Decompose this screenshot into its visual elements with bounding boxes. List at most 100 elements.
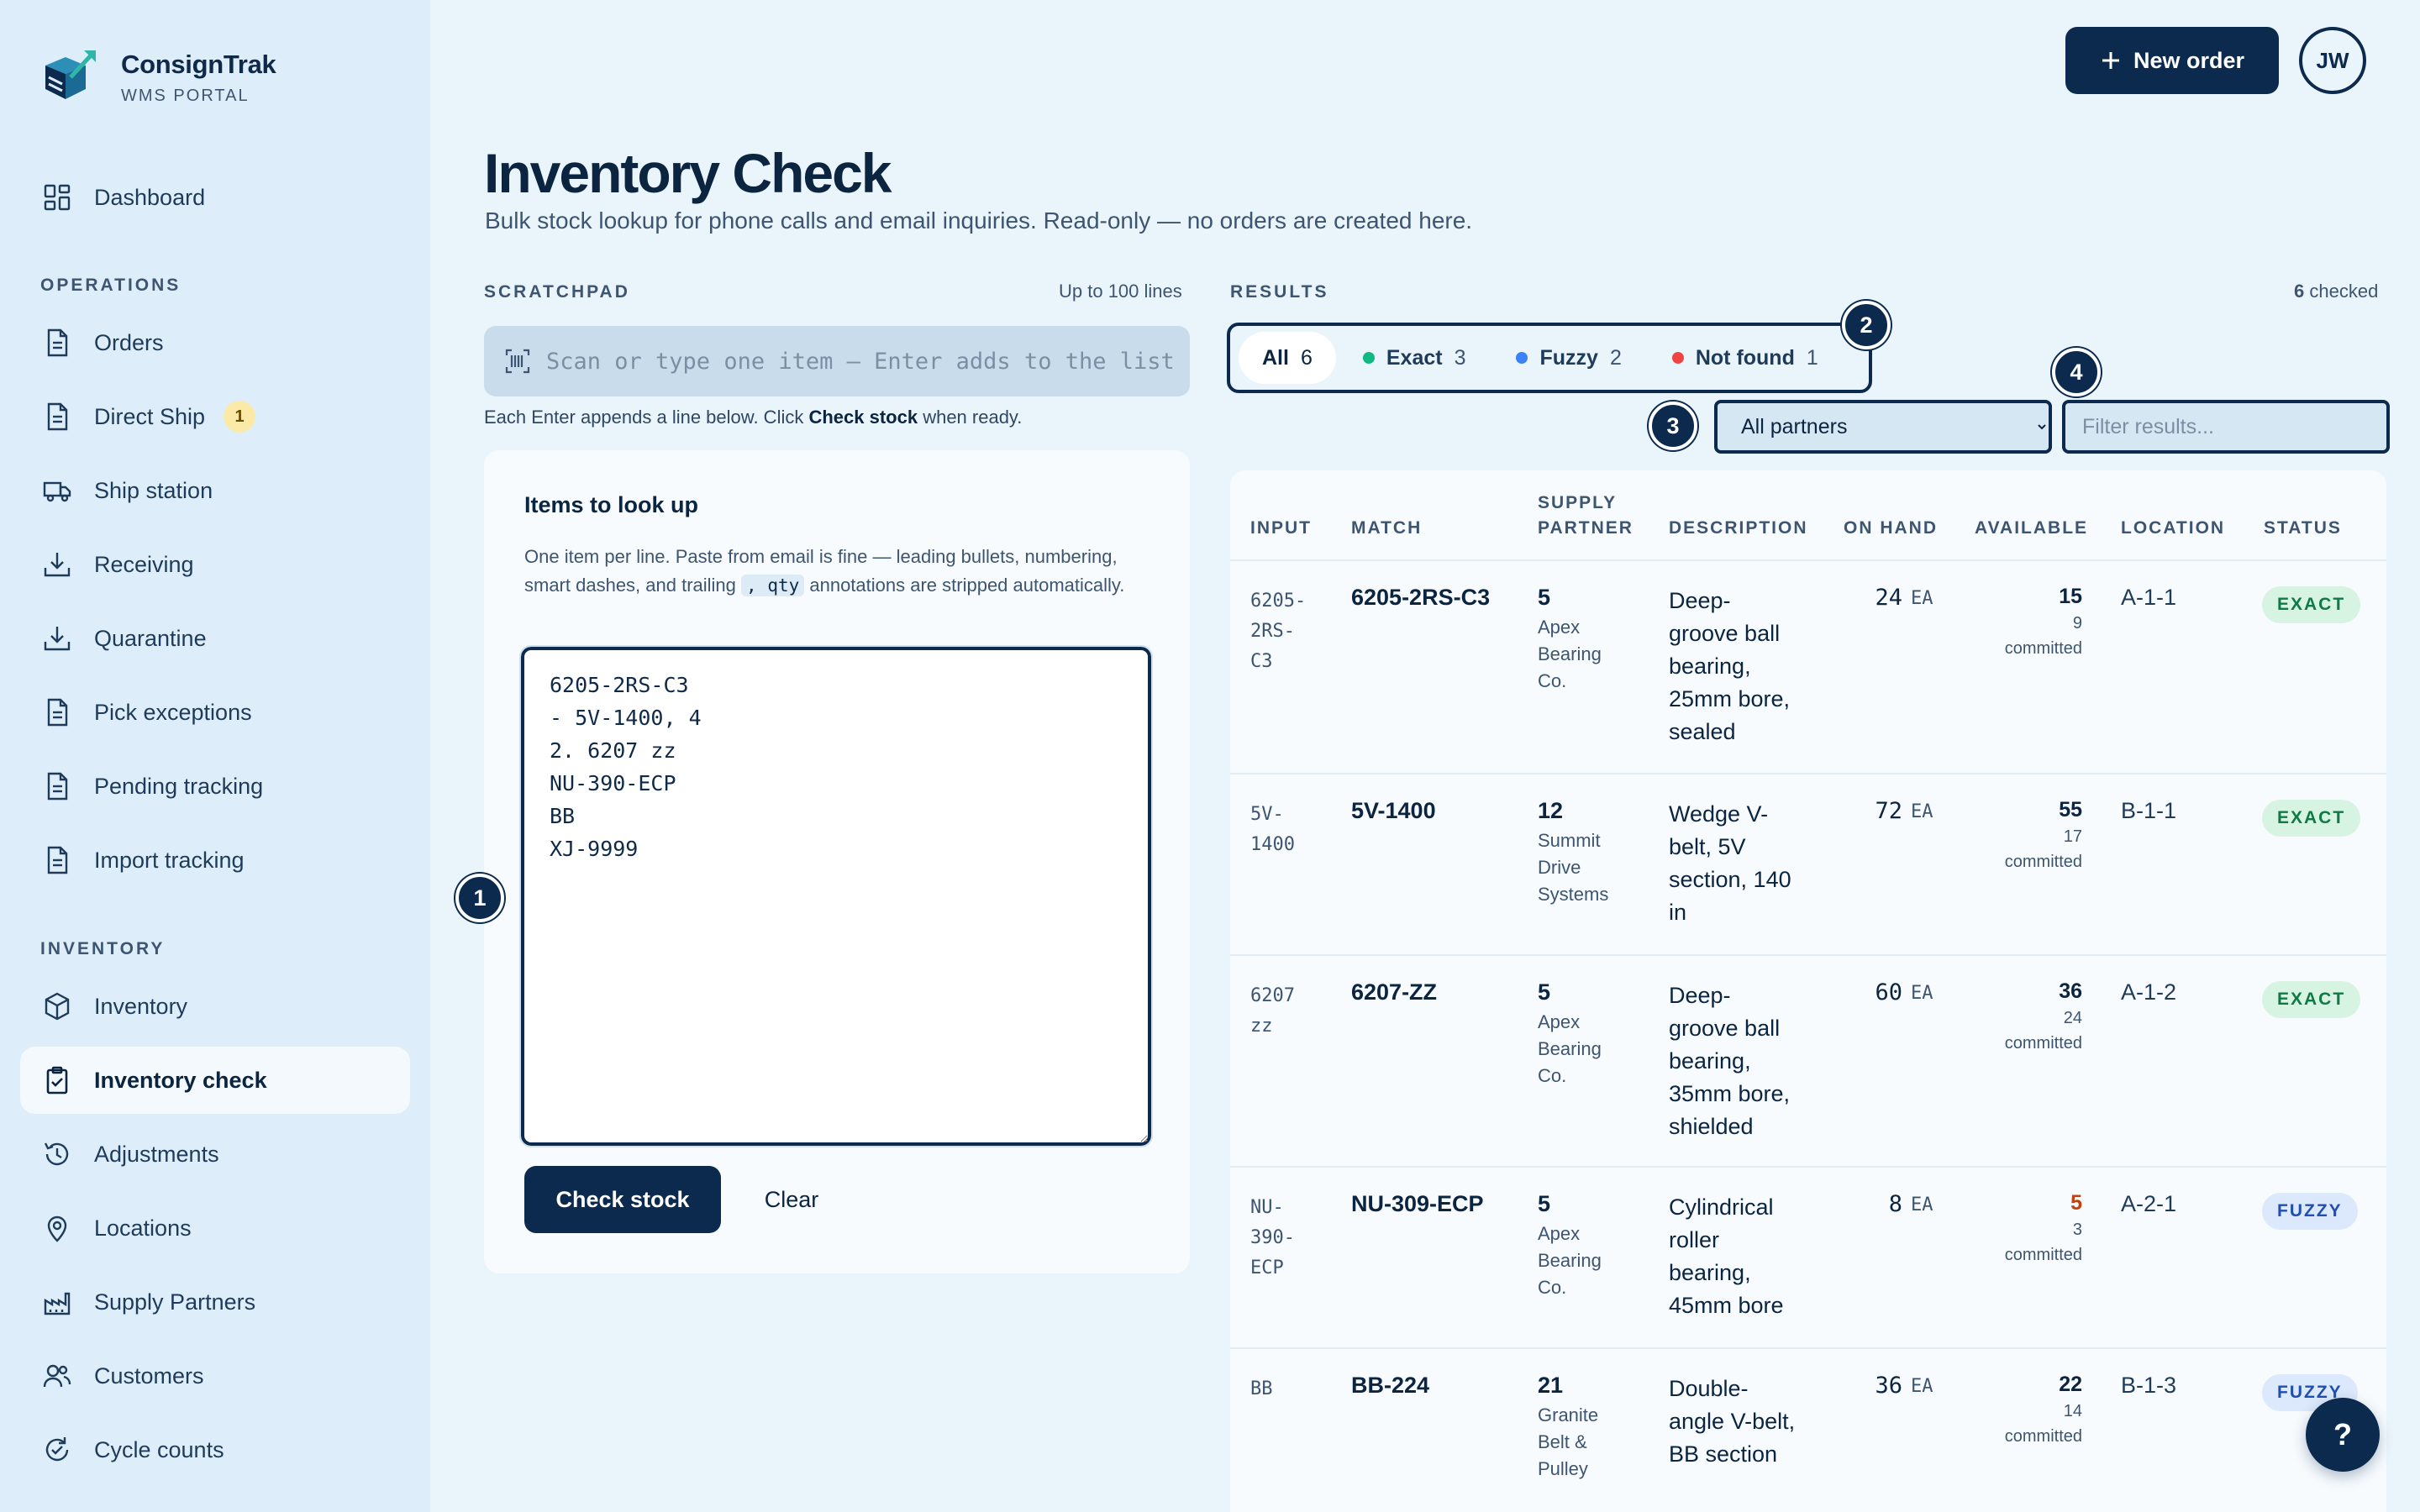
sidebar-item-label: Adjustments [94,1141,219,1167]
tab-all[interactable]: All 6 [1239,332,1336,384]
row-match: BB-224 [1351,1373,1430,1398]
sidebar: ConsignTrak WMS PORTAL Dashboard OPERATI… [0,0,430,1512]
row-input: 5V- 1400 [1250,804,1295,855]
history-icon [44,1142,69,1166]
sidebar-item-pending-tracking[interactable]: Pending tracking [20,753,410,820]
download-icon [44,627,71,651]
table-row[interactable]: 6205- 2RS- C3 6205-2RS-C3 5 Apex Bearing… [1230,559,2386,773]
help-button[interactable]: ? [2306,1398,2380,1472]
row-location: A-1-2 [2121,979,2177,1005]
sidebar-item-customers[interactable]: Customers [20,1342,410,1410]
sidebar-item-receiving[interactable]: Receiving [20,531,410,598]
callout-marker-1: 1 [455,874,504,922]
table-row[interactable]: NU- 390- ECP NU-309-ECP 5 Apex Bearing C… [1230,1166,2386,1347]
status-badge: EXACT [2262,800,2361,837]
row-on-hand: 36 [1875,1373,1902,1399]
page-subtitle: Bulk stock lookup for phone calls and em… [485,207,1473,234]
col-header-supply-partner[interactable]: SUPPLY PARTNER [1538,491,1634,541]
table-row[interactable]: 6207 zz 6207-ZZ 5 Apex Bearing Co. Deep-… [1230,954,2386,1166]
document-icon [47,846,68,874]
tab-fuzzy[interactable]: Fuzzy 2 [1492,332,1644,384]
row-input: 6207 zz [1250,985,1295,1037]
sidebar-item-label: Cycle counts [94,1436,224,1462]
sidebar-item-cycle-counts[interactable]: Cycle counts [20,1416,410,1483]
col-header-description[interactable]: DESCRIPTION [1669,516,1808,541]
row-on-hand: 60 [1875,979,1902,1005]
user-avatar[interactable]: JW [2299,27,2366,94]
partner-select[interactable]: All partners [1714,400,2052,454]
table-row[interactable]: 5V- 1400 5V-1400 12 Summit Drive Systems… [1230,773,2386,954]
row-partner: 5 Apex Bearing Co. [1538,585,1602,691]
consigntrak-logo-icon [45,50,96,99]
row-description: Cylindrical roller bearing, 45mm bore [1669,1194,1784,1318]
tab-exact[interactable]: Exact 3 [1339,332,1490,384]
nav-section-inventory: INVENTORY [40,939,166,958]
blue-dot-icon [1516,352,1528,364]
row-input: BB [1250,1378,1273,1399]
sidebar-item-label: Import tracking [94,847,245,873]
row-location: A-2-1 [2121,1191,2177,1216]
scratchpad-limit: Up to 100 lines [1059,281,1182,302]
row-available: 55 17 committed [2004,798,2082,871]
row-on-hand: 72 [1875,798,1902,824]
callout-marker-4: 4 [2052,348,2101,396]
sidebar-item-supply-partners[interactable]: Supply Partners [20,1268,410,1336]
sidebar-item-orders[interactable]: Orders [20,309,410,376]
sidebar-item-label: Direct Ship [94,403,206,429]
col-header-input[interactable]: INPUT [1250,516,1312,541]
filter-results-input[interactable] [2062,400,2390,454]
scratchpad-label: SCRATCHPAD [484,282,630,302]
sidebar-item-label: Locations [94,1215,192,1241]
sidebar-item-label: Dashboard [94,184,206,210]
clipboard-check-icon [46,1066,68,1095]
items-textarea[interactable]: 6205-2RS-C3 - 5V-1400, 4 2. 6207 zz NU-3… [519,645,1153,1147]
row-location: A-1-1 [2121,585,2177,610]
sidebar-item-label: Pick exceptions [94,699,252,725]
sidebar-item-locations[interactable]: Locations [20,1194,410,1262]
sidebar-item-import-tracking[interactable]: Import tracking [20,827,410,894]
scan-input[interactable] [484,326,1190,396]
sidebar-item-pick-exceptions[interactable]: Pick exceptions [20,679,410,746]
table-row[interactable]: BB BB-224 21 Granite Belt & Pulley Doubl… [1230,1347,2386,1512]
sidebar-item-ship-station[interactable]: Ship station [20,457,410,524]
row-uom: EA [1911,801,1933,822]
download-icon [44,553,71,577]
nav-section-operations: OPERATIONS [40,276,182,295]
row-description: Deep- groove ball bearing, 25mm bore, se… [1669,588,1791,744]
document-icon [47,698,68,727]
col-header-location[interactable]: LOCATION [2121,516,2225,541]
map-pin-icon [47,1215,67,1242]
plus-icon [2102,52,2119,69]
row-uom: EA [1911,1376,1933,1397]
sidebar-item-label: Receiving [94,551,194,577]
col-header-match[interactable]: MATCH [1351,516,1422,541]
row-location: B-1-1 [2121,798,2177,823]
sidebar-item-label: Quarantine [94,625,207,651]
sidebar-item-direct-ship[interactable]: Direct Ship 1 [20,383,410,450]
new-order-label: New order [2133,47,2245,73]
new-order-button[interactable]: New order [2065,27,2279,94]
row-description: Double- angle V-belt, BB section [1669,1376,1796,1467]
tab-not-found[interactable]: Not found 1 [1649,332,1842,384]
row-available: 36 24 committed [2004,979,2082,1053]
sidebar-item-label: Ship station [94,477,213,503]
sidebar-item-inventory-check[interactable]: Inventory check [20,1047,410,1114]
sidebar-item-dashboard[interactable]: Dashboard [20,164,410,231]
row-partner: 5 Apex Bearing Co. [1538,1191,1602,1298]
sidebar-item-inventory[interactable]: Inventory [20,973,410,1040]
sidebar-item-adjustments[interactable]: Adjustments [20,1121,410,1188]
check-stock-button[interactable]: Check stock [524,1166,721,1233]
sidebar-item-label: Customers [94,1362,204,1389]
sidebar-item-quarantine[interactable]: Quarantine [20,605,410,672]
brand[interactable]: ConsignTrak WMS PORTAL [40,47,276,108]
col-header-status[interactable]: STATUS [2264,516,2342,541]
col-header-on-hand[interactable]: ON HAND [1844,516,1938,541]
row-on-hand: 8 [1888,1191,1902,1217]
direct-ship-count-badge: 1 [224,401,256,433]
row-uom: EA [1911,983,1933,1004]
status-badge: EXACT [2262,981,2361,1018]
row-available: 22 14 committed [2004,1373,2082,1446]
sidebar-item-label: Inventory check [94,1067,267,1093]
col-header-available[interactable]: AVAILABLE [1975,516,2088,541]
clear-button[interactable]: Clear [741,1166,842,1233]
